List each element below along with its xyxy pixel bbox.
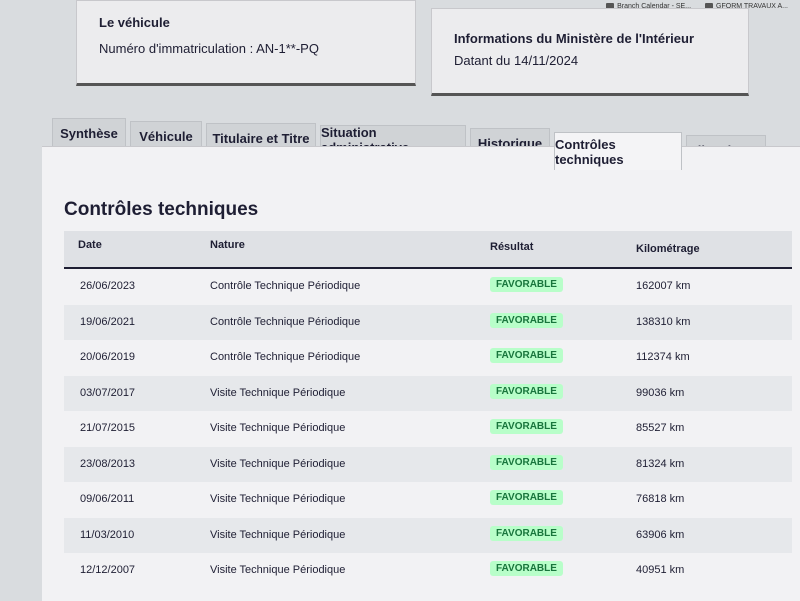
- row-nature: Visite Technique Périodique: [210, 422, 346, 434]
- row-date: 23/08/2013: [80, 457, 136, 470]
- result-badge: FAVORABLE: [490, 348, 563, 363]
- row-kilometrage: 40951 km: [636, 564, 685, 576]
- column-header-date: Date: [78, 239, 102, 251]
- table-header: Date Nature Résultat Kilométrage: [64, 231, 792, 269]
- result-badge: FAVORABLE: [490, 419, 563, 434]
- result-badge: FAVORABLE: [490, 561, 563, 576]
- row-nature: Contrôle Technique Périodique: [210, 315, 361, 328]
- ministry-date: Datant du 14/11/2024: [454, 53, 579, 68]
- table-row: 12/12/2007 Visite Technique Périodique F…: [64, 553, 792, 589]
- row-kilometrage: 63906 km: [636, 528, 685, 541]
- tab-controles-techniques[interactable]: Contrôles techniques: [554, 132, 682, 170]
- table-row: 03/07/2017 Visite Technique Périodique F…: [64, 375, 792, 411]
- result-badge: FAVORABLE: [490, 490, 563, 505]
- tab-synthese[interactable]: Synthèse: [52, 118, 126, 148]
- row-date: 20/06/2019: [80, 351, 136, 363]
- ministry-card-title: Informations du Ministère de l'Intérieur: [454, 31, 695, 46]
- row-kilometrage: 76818 km: [636, 493, 685, 505]
- column-header-nature: Nature: [210, 239, 245, 251]
- table-row: 19/06/2021 Contrôle Technique Périodique…: [64, 304, 792, 340]
- row-nature: Visite Technique Périodique: [210, 457, 346, 470]
- ministry-card: Informations du Ministère de l'Intérieur…: [431, 8, 749, 96]
- row-nature: Visite Technique Périodique: [210, 493, 346, 505]
- content-panel: Contrôles techniques Date Nature Résulta…: [42, 146, 800, 601]
- row-date: 09/06/2011: [80, 493, 135, 505]
- row-kilometrage: 162007 km: [636, 280, 691, 292]
- row-date: 11/03/2010: [80, 528, 135, 541]
- column-header-kilometrage: Kilométrage: [636, 243, 700, 255]
- table-row: 20/06/2019 Contrôle Technique Périodique…: [64, 340, 792, 376]
- row-nature: Visite Technique Périodique: [210, 564, 346, 576]
- row-date: 21/07/2015: [80, 422, 136, 434]
- registration-number: Numéro d'immatriculation : AN-1**-PQ: [99, 41, 319, 56]
- table-row: 23/08/2013 Visite Technique Périodique F…: [64, 446, 792, 482]
- table-row: 11/03/2010 Visite Technique Périodique F…: [64, 517, 792, 553]
- table-row: 09/06/2011 Visite Technique Périodique F…: [64, 482, 792, 518]
- row-date: 26/06/2023: [80, 280, 136, 292]
- row-kilometrage: 138310 km: [636, 315, 691, 328]
- row-nature: Visite Technique Périodique: [210, 386, 346, 399]
- row-kilometrage: 112374 km: [636, 351, 690, 363]
- row-date: 12/12/2007: [80, 564, 136, 576]
- vehicle-card-title: Le véhicule: [99, 15, 170, 30]
- result-badge: FAVORABLE: [490, 383, 563, 399]
- row-kilometrage: 99036 km: [636, 386, 685, 399]
- result-badge: FAVORABLE: [490, 312, 563, 328]
- table-row: 21/07/2015 Visite Technique Périodique F…: [64, 411, 792, 447]
- row-kilometrage: 81324 km: [636, 457, 685, 470]
- row-nature: Visite Technique Périodique: [210, 528, 346, 541]
- section-title: Contrôles techniques: [64, 199, 259, 220]
- row-date: 19/06/2021: [80, 315, 136, 328]
- table-body: 26/06/2023 Contrôle Technique Périodique…: [64, 269, 792, 589]
- result-badge: FAVORABLE: [490, 277, 563, 292]
- row-date: 03/07/2017: [80, 386, 136, 399]
- table-row: 26/06/2023 Contrôle Technique Périodique…: [64, 269, 792, 305]
- row-nature: Contrôle Technique Périodique: [210, 280, 361, 292]
- result-badge: FAVORABLE: [490, 525, 563, 541]
- row-kilometrage: 85527 km: [636, 422, 685, 434]
- result-badge: FAVORABLE: [490, 454, 563, 470]
- vehicle-card: Le véhicule Numéro d'immatriculation : A…: [76, 0, 416, 86]
- row-nature: Contrôle Technique Périodique: [210, 351, 361, 363]
- column-header-result: Résultat: [490, 241, 534, 253]
